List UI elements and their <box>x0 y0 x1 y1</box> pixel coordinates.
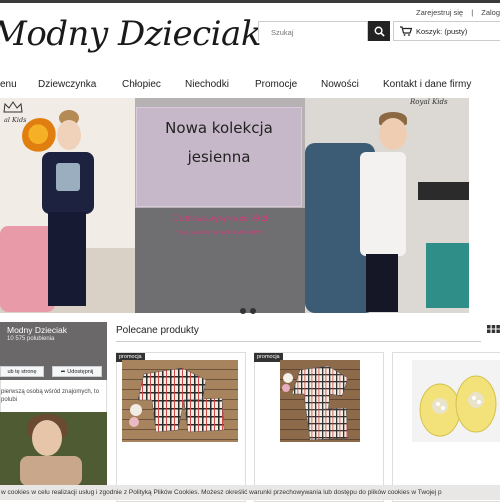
search-button[interactable] <box>368 21 390 41</box>
photo-face <box>32 420 62 456</box>
cart-icon <box>400 26 412 36</box>
promo-shipping: Darmowa wysyłka od 99 zł <box>172 214 268 223</box>
brand-right: Royal Kids <box>410 98 448 106</box>
nav-item-promocje[interactable]: Promocje <box>255 79 297 90</box>
main-nav: enu Dziewczynka Chłopiec Niechodki Promo… <box>0 73 500 95</box>
product-image[interactable] <box>412 360 500 442</box>
boy-face <box>379 118 407 150</box>
cart-label: Koszyk: (pusty) <box>416 26 468 36</box>
pink-chair <box>0 226 55 312</box>
facebook-likes: 10 575 polubienia <box>7 336 55 342</box>
register-link[interactable]: Zarejestruj się <box>416 8 463 17</box>
search-icon <box>374 26 385 37</box>
brand-left: al Kids <box>4 116 27 124</box>
slider-dot-2[interactable] <box>250 308 256 314</box>
nav-item-niechodki[interactable]: Niechodki <box>185 79 229 90</box>
product-image[interactable] <box>280 360 360 442</box>
photo-body <box>20 456 82 486</box>
login-link[interactable]: Zalog <box>481 8 500 17</box>
search-input[interactable] <box>259 23 367 42</box>
auth-links: Zarejestruj się | Zalog <box>410 8 500 17</box>
girl-sweatshirt-print <box>56 163 80 191</box>
facebook-share-button[interactable]: ➦ Udostępnij <box>52 366 102 377</box>
facebook-page-name[interactable]: Modny Dzieciak <box>7 325 67 335</box>
nav-item-nowosci[interactable]: Nowości <box>321 79 359 90</box>
promo-headline-2: jesienna <box>187 148 251 166</box>
cart-button[interactable]: Koszyk: (pusty) <box>393 21 500 41</box>
crown-icon <box>3 101 23 113</box>
share-icon: ➦ <box>60 368 66 375</box>
cookie-bar: w cookies w celu realizacji usług i zgod… <box>0 485 500 500</box>
site-logo[interactable]: Modny Dzieciak <box>0 14 261 54</box>
separator: | <box>471 8 474 17</box>
promo-headline-1: Nowa kolekcja <box>165 119 273 137</box>
nav-item-menu[interactable]: enu <box>0 79 17 90</box>
promo-badge: promocja <box>254 353 283 362</box>
promo-note: * przy wpłacie na konto kurier inPost <box>175 230 265 236</box>
cookie-text: w cookies w celu realizacji usług i zgod… <box>1 489 442 496</box>
grid-view-icon[interactable] <box>487 325 500 337</box>
slider-dot-1[interactable] <box>240 308 246 314</box>
girl-trousers <box>48 212 86 306</box>
top-bar <box>0 0 500 3</box>
share-button-label: Udostępnij <box>67 368 94 375</box>
slider-dots <box>240 301 260 319</box>
facebook-friends-text: pierwszą osobą wśród znajomych, to polub… <box>1 389 100 403</box>
nav-item-dziewczynka[interactable]: Dziewczynka <box>38 79 96 90</box>
section-divider <box>116 341 481 342</box>
product-image[interactable] <box>122 360 238 442</box>
flowers-image <box>22 118 58 154</box>
nav-item-kontakt[interactable]: Kontakt i dane firmy <box>383 79 471 90</box>
facebook-like-button[interactable]: ub tę stronę <box>0 366 44 377</box>
side-table <box>418 182 469 200</box>
girl-face <box>57 120 81 150</box>
nav-item-chlopiec[interactable]: Chłopiec <box>122 79 161 90</box>
boy-trousers <box>366 254 398 312</box>
section-title: Polecane produkty <box>116 325 199 336</box>
search-box <box>258 21 368 42</box>
banner-center-lower <box>135 208 305 313</box>
teal-rug <box>426 243 469 308</box>
like-button-label: ub tę stronę <box>7 368 37 375</box>
boy-shirt <box>360 152 406 256</box>
